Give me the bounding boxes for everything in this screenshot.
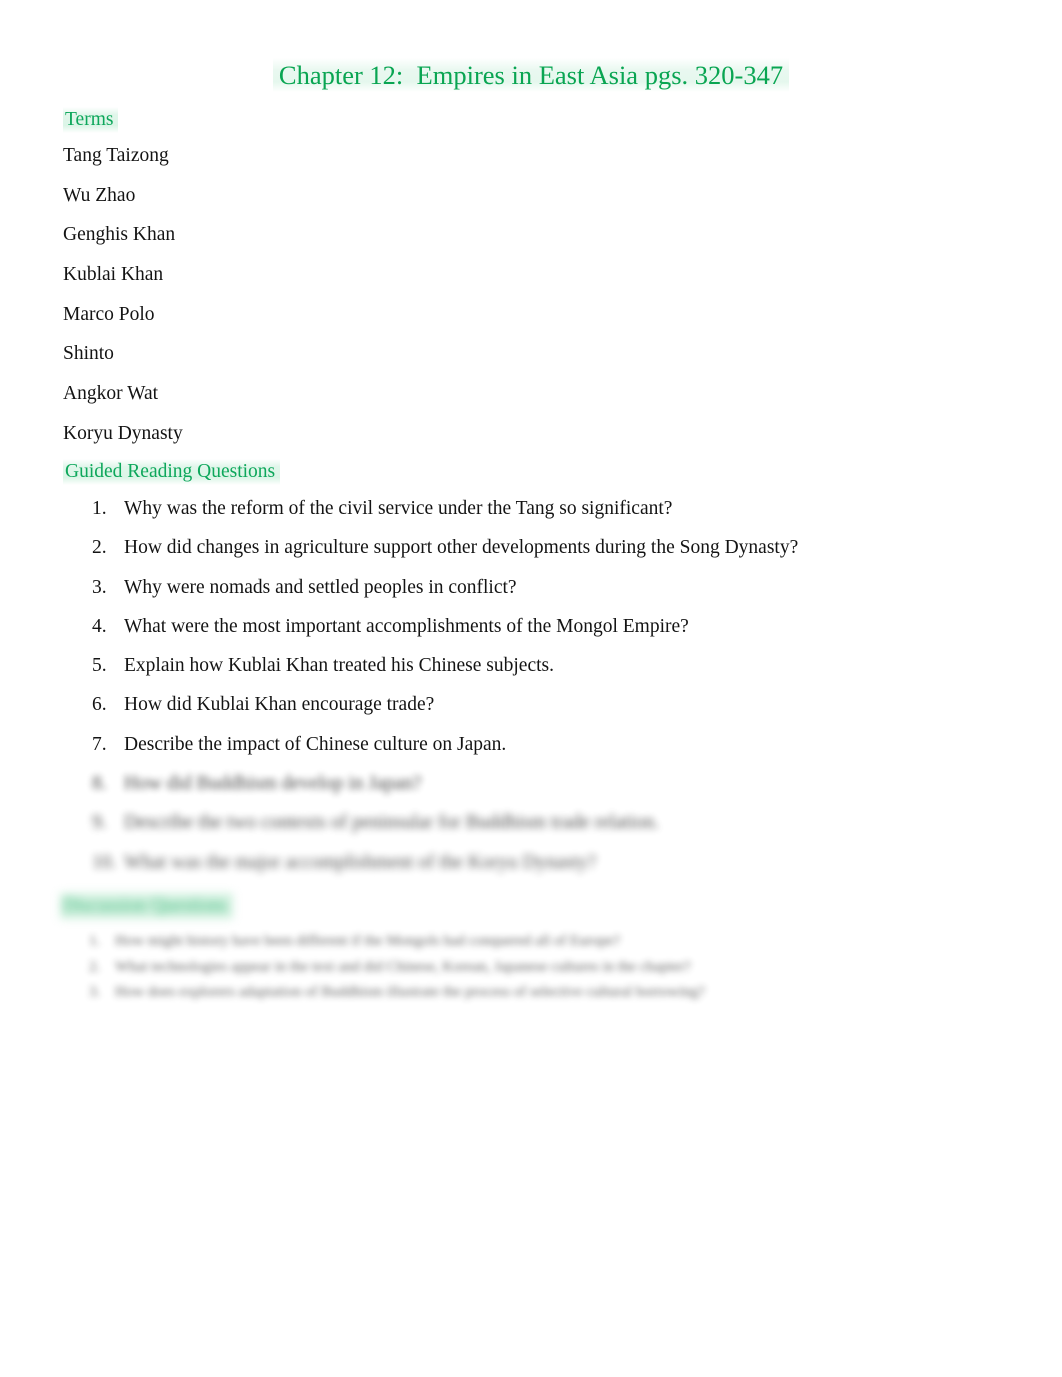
question-number: 1. — [92, 498, 107, 519]
question-number: 7. — [92, 733, 107, 755]
section-heading-discussion: Discussion Questions — [60, 893, 234, 919]
page-title: Chapter 12: Empires in East Asia pgs. 32… — [0, 58, 1062, 92]
question-item: 10. What was the major accomplishment of … — [63, 852, 1023, 891]
question-item: 3. Why were nomads and settled peoples in… — [63, 577, 1023, 616]
question-text: What was the major accomplishment of the… — [124, 851, 597, 873]
section-heading-discussion-text: Discussion Questions — [60, 893, 234, 919]
question-text: How does explorers adaptation of Buddhis… — [115, 984, 705, 1000]
section-heading-terms-text: Terms — [63, 107, 119, 133]
section-heading-terms: Terms — [63, 107, 119, 133]
question-text: How might history have been different if… — [115, 933, 620, 949]
question-text: Describe the impact of Chinese culture o… — [124, 733, 507, 755]
question-item: 2. How did changes in agriculture support… — [63, 537, 1023, 576]
discussion-question-list: 1. How might history have been different … — [63, 932, 1043, 1009]
question-number: 4. — [92, 615, 107, 637]
question-number: 3. — [89, 984, 101, 1000]
question-item: 1. How might history have been different … — [63, 932, 1043, 958]
question-text: Describe the two contexts of peninsular … — [124, 812, 660, 834]
question-text: Explain how Kublai Khan treated his Chin… — [124, 655, 554, 677]
question-number: 8. — [92, 773, 107, 795]
question-item: 5. Explain how Kublai Khan treated his Ch… — [63, 655, 1023, 694]
question-text: Why was the reform of the civil service … — [124, 498, 673, 519]
question-number: 5. — [92, 655, 107, 677]
question-item: 6. How did Kublai Khan encourage trade? — [63, 694, 1023, 733]
question-text: How did changes in agriculture support o… — [124, 537, 799, 559]
question-number: 2. — [89, 958, 101, 975]
question-number: 2. — [92, 537, 107, 559]
question-item: 2. What technologies appear in the text a… — [63, 958, 1043, 984]
list-item: Kublai Khan — [63, 264, 164, 286]
question-item: 3. How does explorers adaptation of Buddh… — [63, 983, 1043, 1009]
question-item: 1. Why was the reform of the civil servic… — [63, 498, 1023, 537]
question-number: 6. — [92, 694, 107, 716]
question-text: How did Buddhism develop in Japan? — [124, 773, 422, 795]
list-item: Genghis Khan — [63, 224, 176, 246]
section-heading-guided-reading: Guided Reading Questions — [63, 459, 281, 485]
list-item: Shinto — [63, 343, 114, 365]
page-title-text: Chapter 12: Empires in East Asia pgs. 32… — [272, 58, 790, 92]
terms-list: Tang Taizong Wu Zhao Genghis Khan Kublai… — [63, 146, 183, 464]
question-text: What technologies appear in the text and… — [115, 958, 691, 975]
list-item: Marco Polo — [63, 303, 155, 325]
guided-reading-question-list: 1. Why was the reform of the civil servic… — [63, 498, 1023, 891]
list-item: Koryu Dynasty — [63, 422, 183, 444]
question-number: 10. — [92, 851, 117, 873]
list-item: Angkor Wat — [63, 383, 159, 405]
question-item: 8. How did Buddhism develop in Japan? — [63, 773, 1023, 812]
question-text: What were the most important accomplishm… — [124, 615, 689, 637]
question-item: 7. Describe the impact of Chinese culture… — [63, 734, 1023, 773]
question-number: 3. — [92, 576, 107, 598]
document-page: Chapter 12: Empires in East Asia pgs. 32… — [0, 0, 1062, 1377]
question-item: 9. Describe the two contexts of peninsula… — [63, 812, 1023, 851]
question-text: Why were nomads and settled peoples in c… — [124, 576, 517, 598]
question-number: 1. — [89, 933, 101, 949]
section-heading-guided-reading-text: Guided Reading Questions — [63, 459, 281, 485]
list-item: Wu Zhao — [63, 184, 136, 206]
list-item: Tang Taizong — [63, 145, 169, 166]
question-number: 9. — [92, 812, 107, 834]
question-text: How did Kublai Khan encourage trade? — [124, 694, 435, 716]
question-item: 4. What were the most important accomplis… — [63, 616, 1023, 655]
